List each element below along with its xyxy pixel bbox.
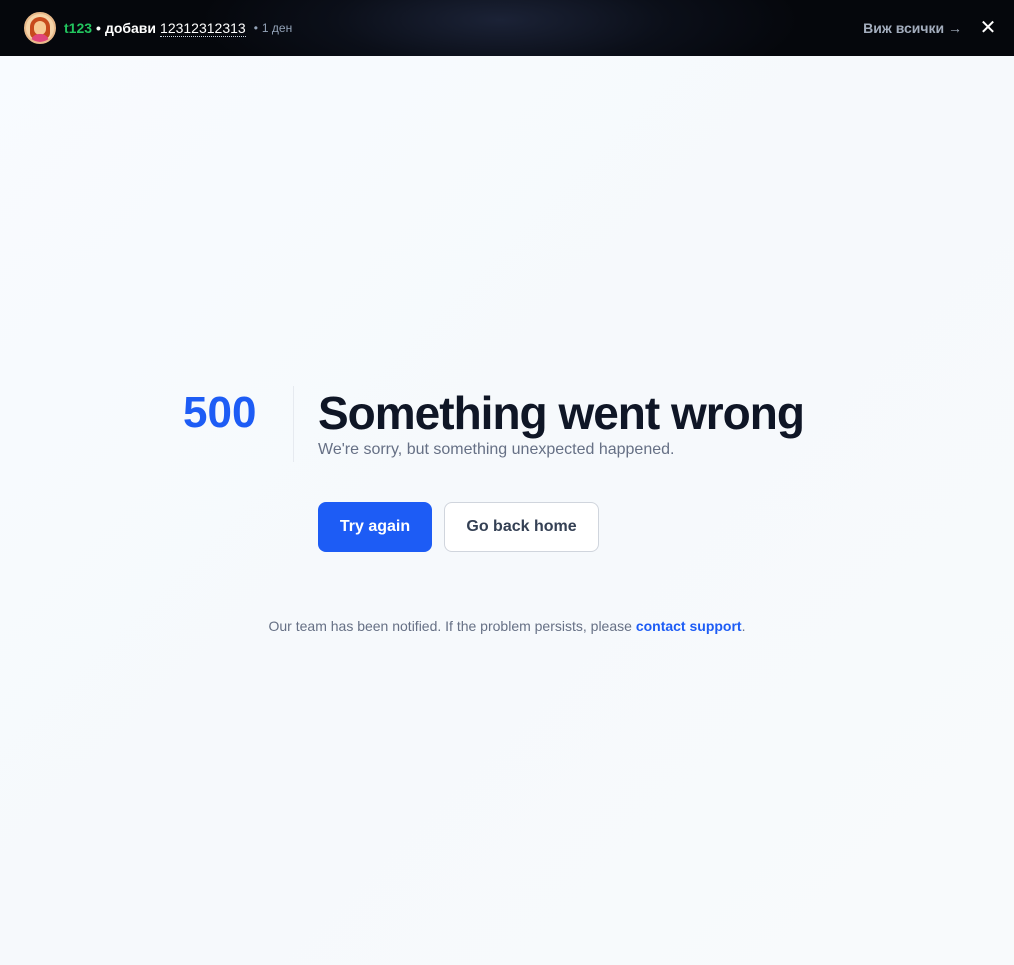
notification-time: 1 ден	[261, 21, 293, 35]
go-back-home-button[interactable]: Go back home	[444, 502, 599, 552]
notification-username[interactable]: t123	[64, 20, 92, 36]
time-separator-dot: •	[253, 21, 258, 35]
close-icon[interactable]: ✕	[978, 18, 998, 38]
page-title: Something went wrong	[318, 387, 805, 439]
notification-bar: t123 • добави 12312312313 • 1 ден Виж вс…	[0, 0, 1014, 56]
support-message: Our team has been notified. If the probl…	[0, 618, 1014, 634]
support-message-text: Our team has been notified. If the probl…	[268, 618, 636, 634]
contact-support-link[interactable]: contact support	[636, 618, 742, 634]
error-code: 500	[183, 388, 257, 437]
page-subtitle: We're sorry, but something unexpected ha…	[318, 441, 675, 458]
view-all-link[interactable]: Виж всички →	[863, 20, 962, 36]
notification-item-link[interactable]: 12312312313	[160, 20, 246, 37]
try-again-button[interactable]: Try again	[318, 502, 432, 552]
notification-action: добави	[104, 20, 157, 36]
vertical-divider	[293, 386, 294, 462]
user-avatar[interactable]	[24, 12, 56, 44]
separator-dot: •	[96, 20, 101, 36]
support-message-end: .	[741, 618, 746, 634]
